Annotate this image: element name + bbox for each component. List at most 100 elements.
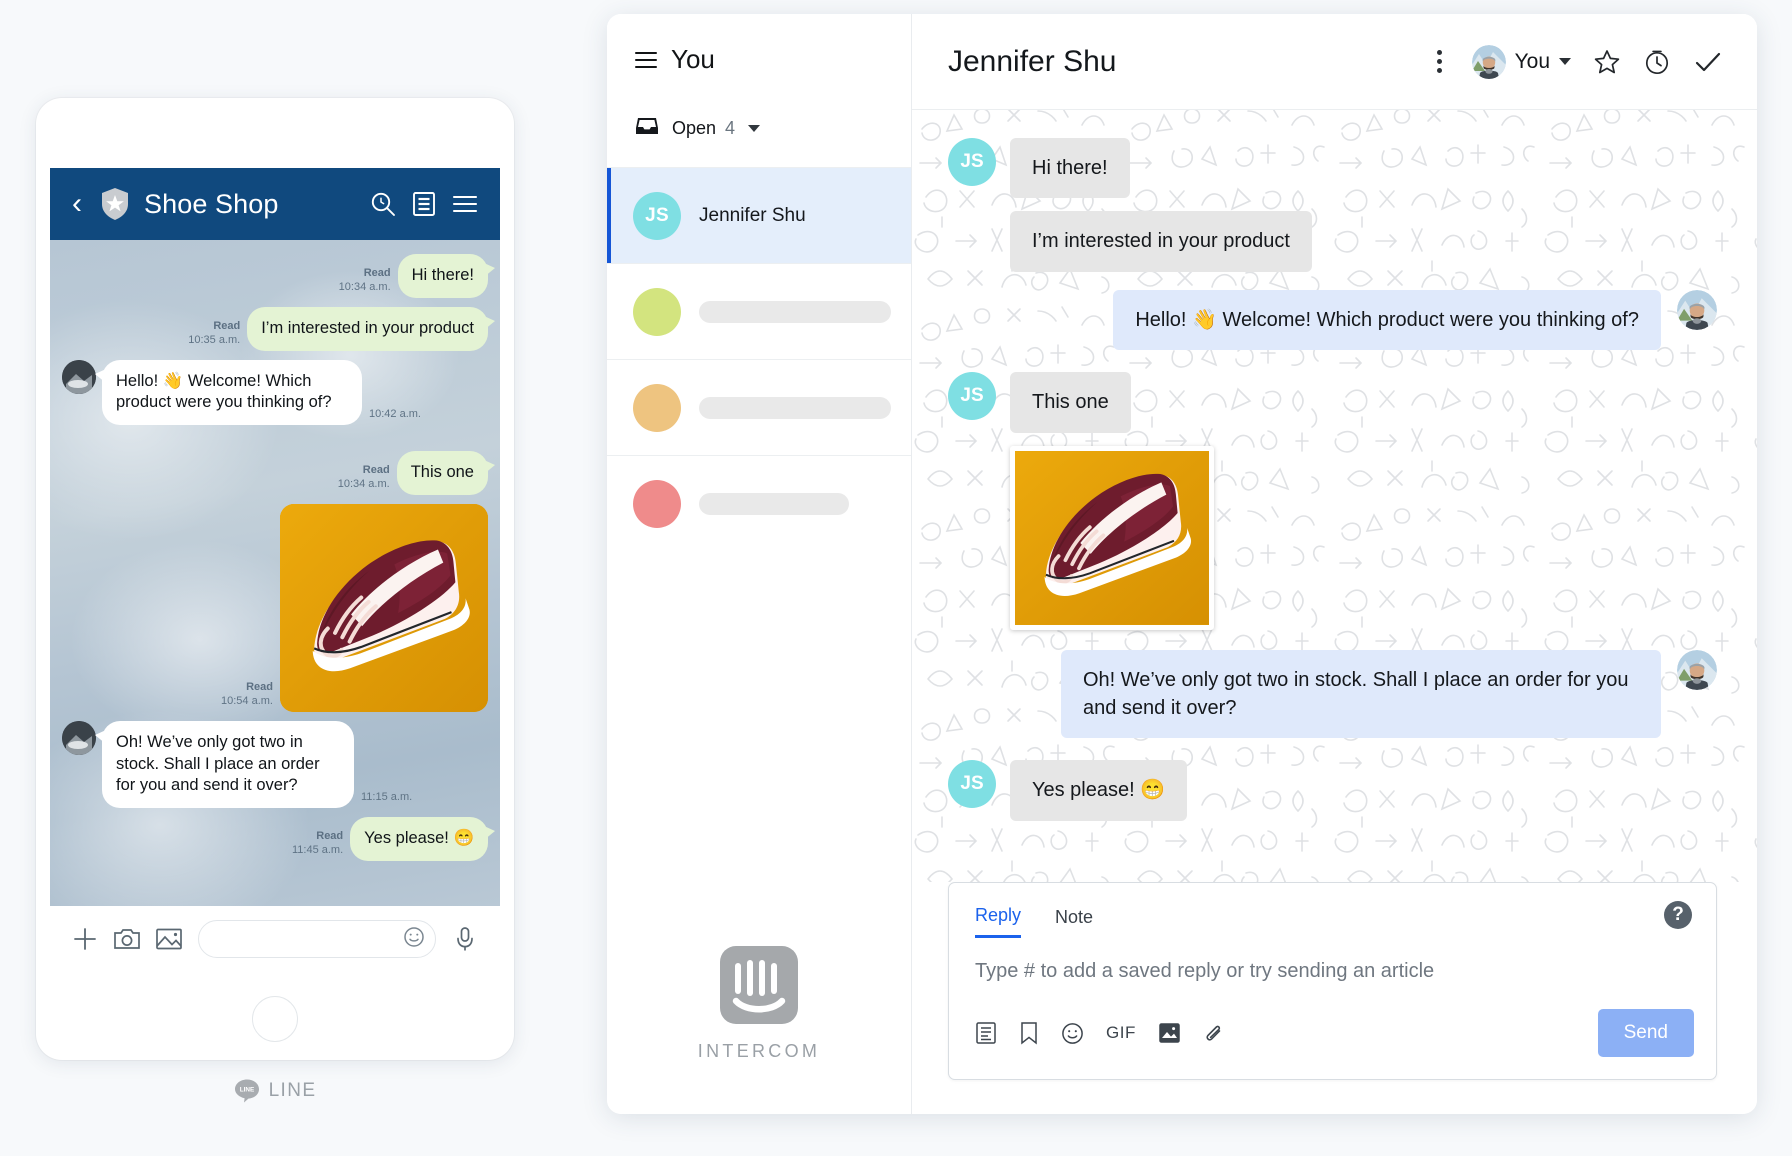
message-input[interactable] xyxy=(198,920,436,958)
line-message-image: Read 10:54 a.m. xyxy=(50,504,500,712)
attachment-icon[interactable] xyxy=(1203,1021,1225,1045)
line-chat-thread: Read 10:34 a.m. Hi there! Read 10:35 a.m… xyxy=(50,240,500,906)
product-photo[interactable] xyxy=(1010,446,1214,630)
message-bubble: I’m interested in your product xyxy=(247,307,488,351)
emoji-icon[interactable] xyxy=(1061,1022,1084,1045)
chevron-down-icon[interactable] xyxy=(1559,58,1571,65)
avatar xyxy=(62,360,96,394)
document-icon[interactable] xyxy=(412,191,436,217)
microphone-icon[interactable] xyxy=(444,926,486,952)
help-icon[interactable]: ? xyxy=(1664,901,1692,929)
message-bubble: I’m interested in your product xyxy=(1010,211,1312,271)
conversation-list-item[interactable] xyxy=(607,456,911,552)
line-message: Read 11:45 a.m. Yes please! 😁 xyxy=(50,817,500,861)
read-receipt: Read xyxy=(221,681,273,695)
conversation-title: Jennifer Shu xyxy=(948,45,1429,79)
send-button[interactable]: Send xyxy=(1598,1009,1694,1057)
line-message: Hello! 👋 Welcome! Which product were you… xyxy=(50,360,500,426)
check-icon[interactable] xyxy=(1693,48,1723,76)
inbox-filter[interactable]: Open 4 xyxy=(607,75,911,142)
sidebar-header: You xyxy=(607,14,911,75)
line-chat-title: Shoe Shop xyxy=(144,189,356,220)
read-receipt: Read xyxy=(339,267,391,281)
platform-name: LINE xyxy=(269,1080,317,1102)
filter-label: Open xyxy=(672,118,716,139)
intercom-message: JS This one xyxy=(948,372,1717,432)
tab-note[interactable]: Note xyxy=(1055,907,1093,937)
message-meta: Read 10:54 a.m. xyxy=(221,681,273,709)
message-bubble: Hi there! xyxy=(1010,138,1130,198)
conversation-list-item[interactable] xyxy=(607,360,911,456)
read-receipt: Read xyxy=(292,830,343,844)
conversation-name: Jennifer Shu xyxy=(699,205,806,227)
tab-reply[interactable]: Reply xyxy=(975,905,1021,938)
intercom-message: JS Yes please! 😁 xyxy=(948,760,1717,820)
line-message: Oh! We’ve only got two in stock. Shall I… xyxy=(50,721,500,808)
message-bubble: Hi there! xyxy=(398,254,488,298)
avatar-initials: JS xyxy=(960,385,983,407)
product-photo[interactable] xyxy=(280,504,488,712)
message-bubble: Oh! We’ve only got two in stock. Shall I… xyxy=(1061,650,1661,739)
avatar xyxy=(633,288,681,336)
placeholder-bar xyxy=(699,397,891,419)
line-message: Read 10:35 a.m. I’m interested in your p… xyxy=(50,307,500,351)
emoji-icon[interactable] xyxy=(403,926,425,953)
read-receipt: Read xyxy=(188,320,240,334)
inbox-title: You xyxy=(671,44,715,75)
conversation-list-item[interactable]: JS Jennifer Shu xyxy=(607,168,911,264)
message-time: 10:54 a.m. xyxy=(221,695,273,707)
clock-icon[interactable] xyxy=(1643,48,1671,76)
conversation-thread: JS Hi there! I’m interested in your prod… xyxy=(912,110,1757,882)
kebab-menu-icon[interactable] xyxy=(1429,50,1450,73)
filter-count: 4 xyxy=(725,118,735,139)
avatar-initials: JS xyxy=(960,151,983,173)
line-logo-icon: LINE xyxy=(234,1078,260,1104)
message-bubble: Yes please! 😁 xyxy=(1010,760,1187,820)
read-receipt: Read xyxy=(338,464,390,478)
message-meta: Read 10:34 a.m. xyxy=(338,464,390,492)
plus-icon[interactable] xyxy=(64,925,106,953)
message-time: 11:45 a.m. xyxy=(292,844,343,856)
gif-icon[interactable]: GIF xyxy=(1106,1023,1136,1043)
star-icon[interactable] xyxy=(1593,48,1621,76)
shield-star-icon xyxy=(100,187,130,221)
svg-text:LINE: LINE xyxy=(239,1087,254,1094)
assignee-selector[interactable]: You xyxy=(1472,45,1571,79)
intercom-message: Hello! 👋 Welcome! Which product were you… xyxy=(948,290,1717,350)
avatar-initials: JS xyxy=(960,773,983,795)
message-meta: Read 10:34 a.m. xyxy=(339,267,391,295)
chevron-down-icon[interactable] xyxy=(748,125,760,132)
conversation-panel: Jennifer Shu xyxy=(912,14,1757,1114)
platform-badge-line: LINE LINE xyxy=(36,1078,514,1104)
composer-input[interactable]: Type # to add a saved reply or try sendi… xyxy=(949,938,1716,983)
chevron-left-icon[interactable]: ‹ xyxy=(72,189,82,219)
image-icon[interactable] xyxy=(148,927,190,951)
article-icon[interactable] xyxy=(975,1021,997,1045)
image-icon[interactable] xyxy=(1158,1022,1181,1044)
inbox-icon xyxy=(635,115,659,142)
intercom-app-window: You Open 4 JS Jennifer Shu xyxy=(607,14,1757,1114)
message-meta: 11:15 a.m. xyxy=(361,791,412,805)
line-header-icons xyxy=(370,191,478,217)
intercom-message: JS Hi there! xyxy=(948,138,1717,198)
intercom-message-image xyxy=(948,446,1717,630)
composer-tabs: Reply Note ? xyxy=(949,883,1716,938)
message-meta: Read 10:35 a.m. xyxy=(188,320,240,348)
message-bubble: This one xyxy=(1010,372,1131,432)
menu-icon[interactable] xyxy=(452,193,478,215)
avatar-initials: JS xyxy=(645,205,669,227)
camera-icon[interactable] xyxy=(106,927,148,951)
avatar: JS xyxy=(633,192,681,240)
saved-reply-icon[interactable] xyxy=(1019,1021,1039,1045)
conversation-list-item[interactable] xyxy=(607,264,911,360)
avatar xyxy=(633,480,681,528)
conversation-header: Jennifer Shu xyxy=(912,14,1757,110)
composer-tools: GIF xyxy=(975,1021,1598,1045)
phone-home-button[interactable] xyxy=(252,996,298,1042)
hamburger-icon[interactable] xyxy=(635,52,657,68)
avatar xyxy=(62,721,96,755)
search-icon[interactable] xyxy=(370,191,396,217)
reply-composer: Reply Note ? Type # to add a saved reply… xyxy=(948,882,1717,1080)
message-time: 11:15 a.m. xyxy=(361,791,412,803)
intercom-message: Oh! We’ve only got two in stock. Shall I… xyxy=(948,650,1717,739)
